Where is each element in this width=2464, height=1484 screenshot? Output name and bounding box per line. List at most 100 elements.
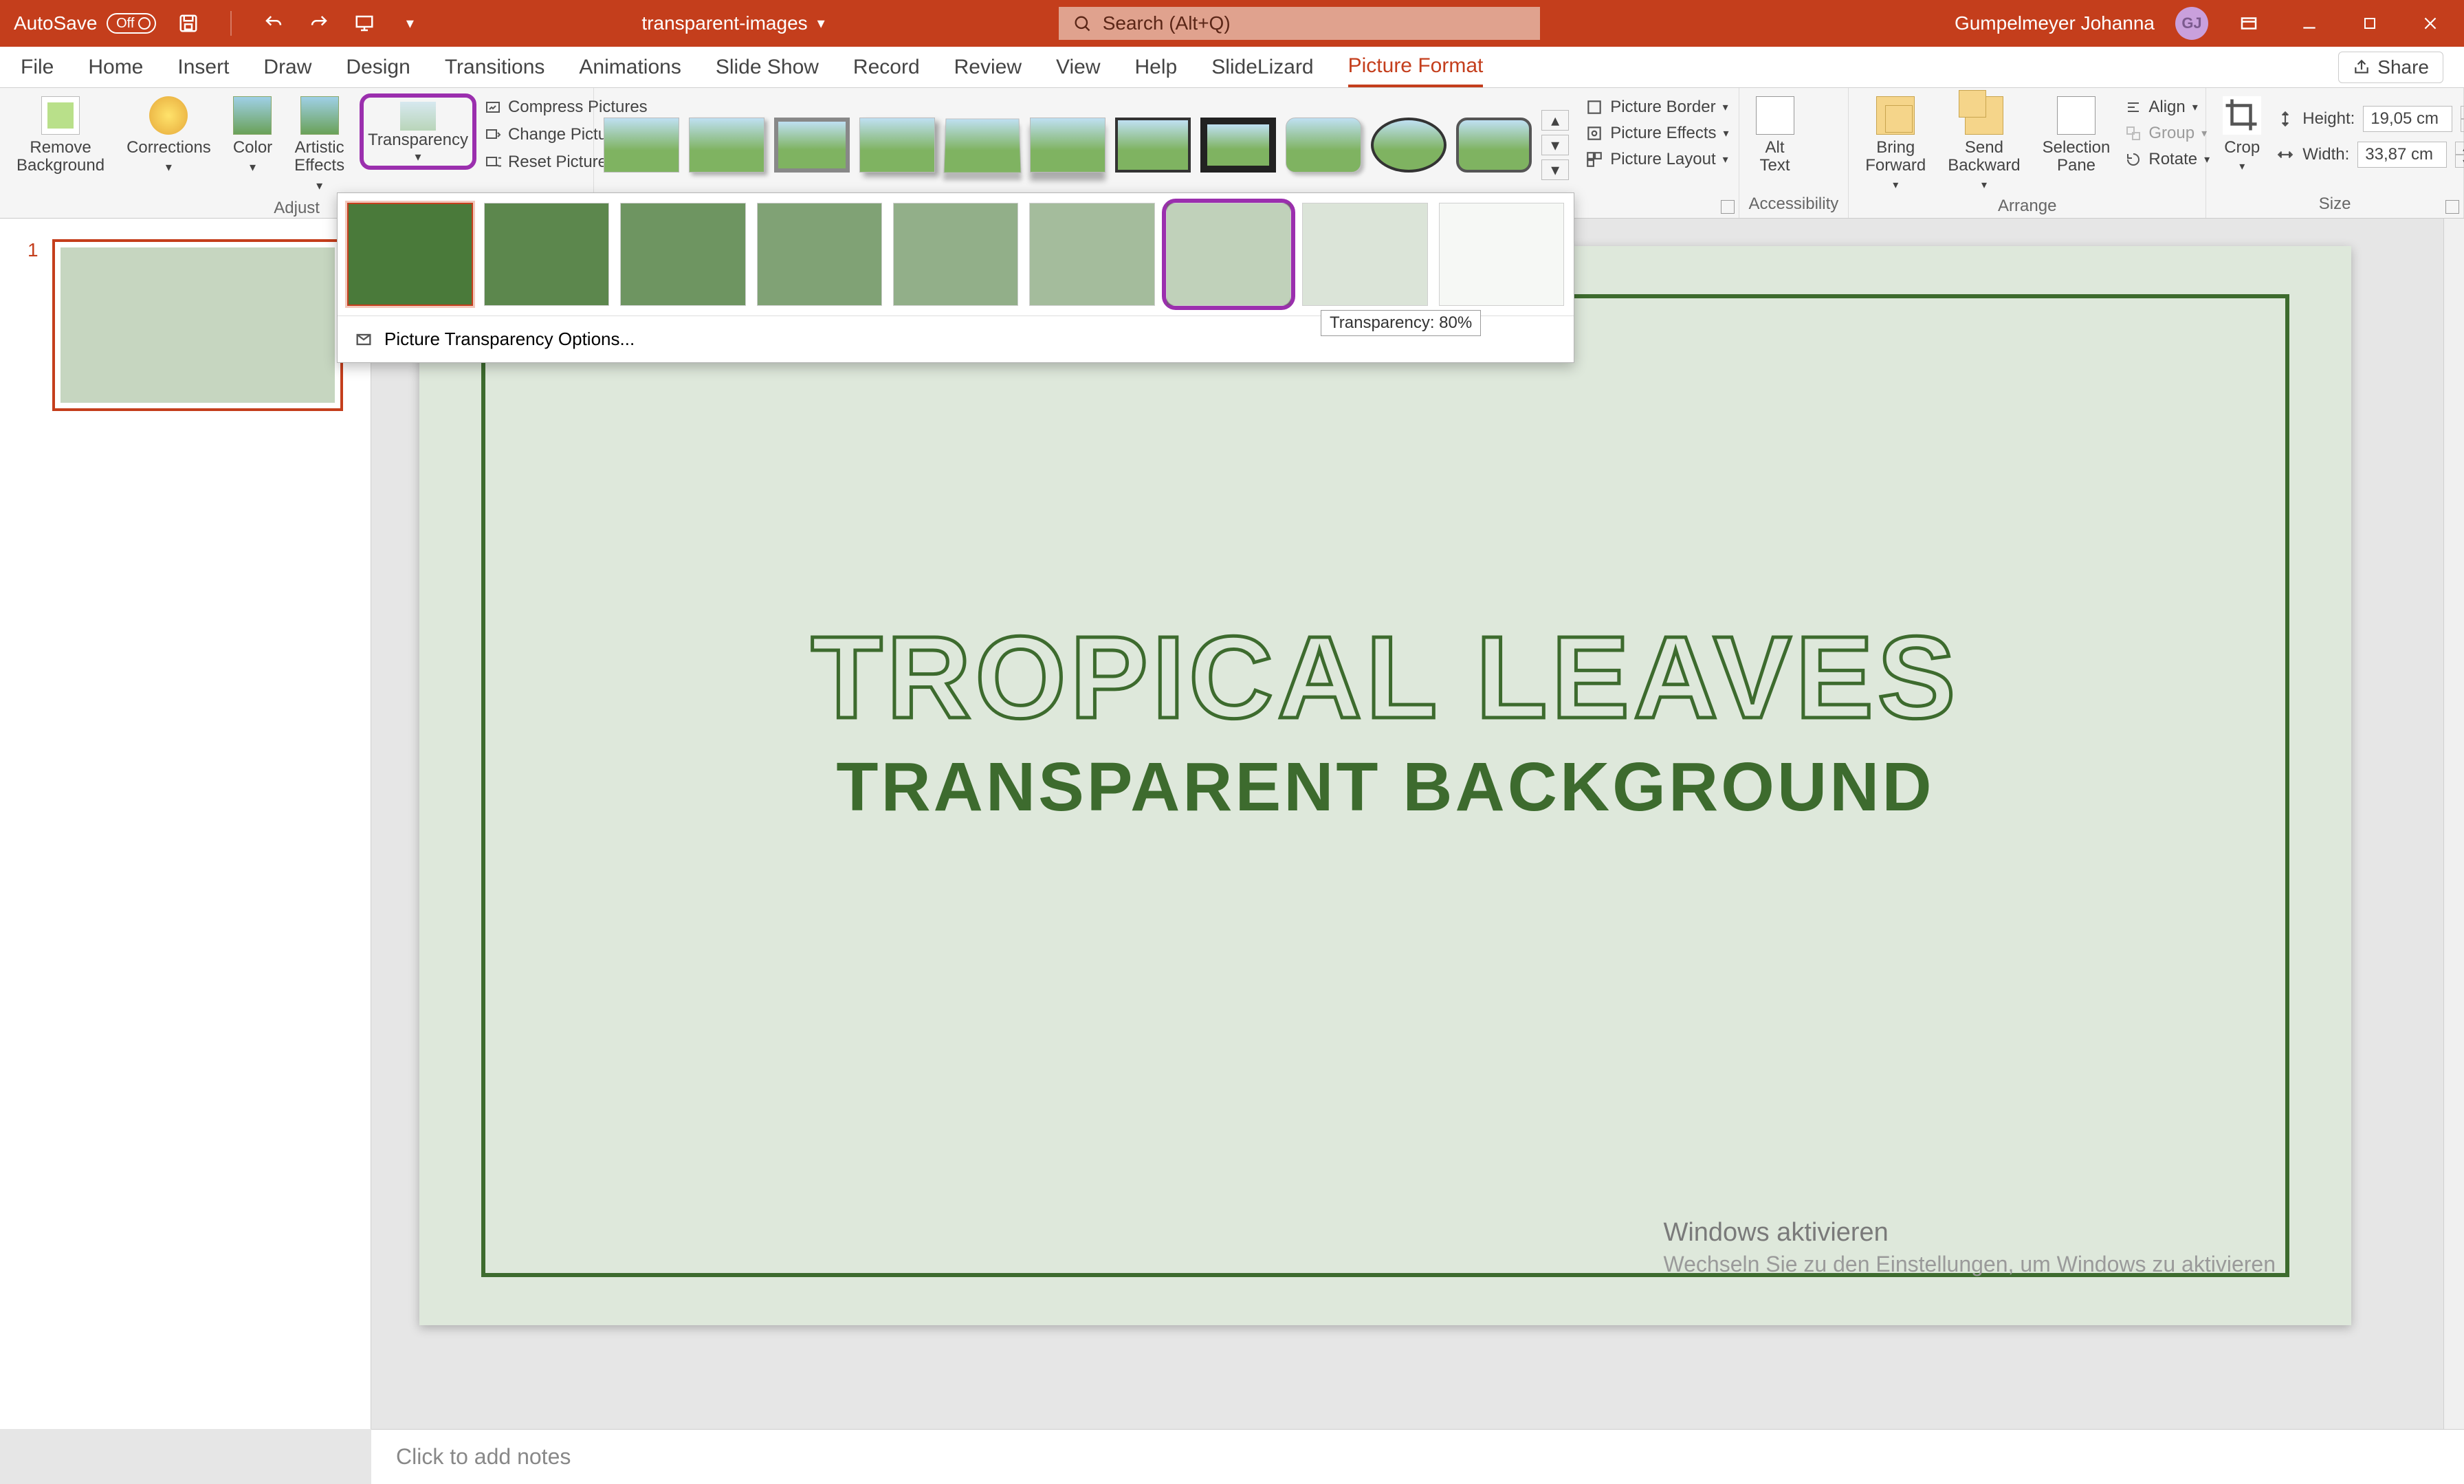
notes-pane[interactable]: Click to add notes <box>371 1429 2464 1484</box>
bring-forward-button[interactable]: Bring Forward▾ <box>1858 93 1933 194</box>
style-preset-9[interactable] <box>1286 118 1361 173</box>
group-arrange: Bring Forward▾ Send Backward▾ Selection … <box>1849 88 2206 218</box>
user-avatar[interactable]: GJ <box>2175 7 2208 40</box>
height-input[interactable]: 19,05 cm <box>2363 106 2452 132</box>
crop-label: Crop <box>2224 139 2260 157</box>
rotate-button[interactable]: Rotate▾ <box>2125 150 2210 169</box>
save-icon[interactable] <box>177 12 200 35</box>
qat-more-icon[interactable]: ▾ <box>398 12 421 35</box>
style-preset-10[interactable] <box>1371 118 1446 173</box>
style-preset-4[interactable] <box>859 118 935 173</box>
group-accessibility-label: Accessibility <box>1749 192 1839 218</box>
picture-layout-icon <box>1585 151 1603 168</box>
tab-animations[interactable]: Animations <box>579 47 681 87</box>
share-button[interactable]: Share <box>2338 52 2443 83</box>
redo-icon[interactable] <box>307 12 331 35</box>
corrections-icon <box>149 96 188 135</box>
picture-styles-gallery[interactable]: ▴ ▾ ▾ <box>604 93 1569 180</box>
tab-insert[interactable]: Insert <box>177 47 229 87</box>
tab-file[interactable]: File <box>21 47 54 87</box>
doc-title-dropdown-icon[interactable]: ▾ <box>817 14 825 32</box>
document-title[interactable]: transparent-images ▾ <box>641 12 824 34</box>
slide-number: 1 <box>28 239 38 411</box>
size-launcher[interactable] <box>2445 200 2459 214</box>
tab-draw[interactable]: Draw <box>263 47 311 87</box>
user-initials: GJ <box>2181 14 2201 32</box>
slide-subtitle-text[interactable]: TRANSPARENT BACKGROUND <box>419 748 2351 827</box>
autosave-control[interactable]: AutoSave Off <box>14 12 156 34</box>
ribbon-tabs: File Home Insert Draw Design Transitions… <box>0 47 2464 88</box>
transparency-preset-0[interactable] <box>347 203 473 306</box>
group-button[interactable]: Group▾ <box>2125 124 2210 143</box>
selection-pane-button[interactable]: Selection Pane <box>2036 93 2118 178</box>
tab-help[interactable]: Help <box>1135 47 1178 87</box>
transparency-preset-2[interactable] <box>620 203 745 306</box>
tab-slideshow[interactable]: Slide Show <box>716 47 819 87</box>
transparency-preset-1[interactable] <box>484 203 609 306</box>
transparency-preset-8[interactable] <box>1439 203 1564 306</box>
slide-thumb-image <box>60 247 335 403</box>
transparency-button[interactable]: Transparency ▾ <box>360 93 476 170</box>
height-spinner[interactable]: ▴▾ <box>2461 106 2464 132</box>
style-preset-8[interactable] <box>1200 118 1276 173</box>
width-spinner[interactable]: ▴▾ <box>2455 142 2464 168</box>
ribbon-display-icon[interactable] <box>2229 10 2269 37</box>
maximize-icon[interactable] <box>2350 10 2390 37</box>
tab-picture-format[interactable]: Picture Format <box>1348 47 1484 87</box>
gallery-up-icon[interactable]: ▴ <box>1541 110 1569 131</box>
picture-layout-button[interactable]: Picture Layout▾ <box>1585 150 1728 169</box>
style-preset-5[interactable] <box>944 118 1022 173</box>
transparency-dropdown: Transparency: 80% Picture Transparency O… <box>337 192 1574 363</box>
transparency-preset-7[interactable] <box>1302 203 1427 306</box>
tab-design[interactable]: Design <box>346 47 410 87</box>
slideshow-icon[interactable] <box>353 12 376 35</box>
width-icon <box>2276 146 2294 164</box>
style-preset-2[interactable] <box>689 118 764 173</box>
slide-title-text[interactable]: TROPICAL LEAVES <box>419 610 2351 745</box>
style-preset-6[interactable] <box>1030 118 1106 173</box>
slide-thumbnail-1[interactable] <box>52 239 343 411</box>
minimize-icon[interactable] <box>2289 10 2329 37</box>
tab-record[interactable]: Record <box>853 47 920 87</box>
style-gallery-scroll[interactable]: ▴ ▾ ▾ <box>1541 110 1569 180</box>
tab-transitions[interactable]: Transitions <box>445 47 545 87</box>
undo-icon[interactable] <box>262 12 285 35</box>
tab-slidelizard[interactable]: SlideLizard <box>1211 47 1313 87</box>
transparency-preset-3[interactable] <box>757 203 882 306</box>
send-backward-button[interactable]: Send Backward▾ <box>1941 93 2027 194</box>
search-box[interactable]: Search (Alt+Q) <box>1059 7 1540 40</box>
width-field[interactable]: Width: 33,87 cm ▴▾ <box>2276 142 2464 168</box>
gallery-down-icon[interactable]: ▾ <box>1541 135 1569 155</box>
style-preset-7[interactable] <box>1115 118 1191 173</box>
picture-border-button[interactable]: Picture Border▾ <box>1585 98 1728 117</box>
gallery-more-icon[interactable]: ▾ <box>1541 159 1569 180</box>
style-preset-1[interactable] <box>604 118 679 173</box>
transparency-preset-5[interactable] <box>1029 203 1154 306</box>
slide-canvas[interactable]: TROPICAL LEAVES TRANSPARENT BACKGROUND W… <box>419 246 2351 1325</box>
remove-background-button[interactable]: Remove Background <box>10 93 111 178</box>
style-preset-11[interactable] <box>1456 118 1532 173</box>
crop-icon <box>2223 96 2261 135</box>
color-button[interactable]: Color ▾ <box>226 93 279 177</box>
autosave-toggle[interactable]: Off <box>107 13 156 34</box>
crop-button[interactable]: Crop▾ <box>2216 93 2268 176</box>
close-icon[interactable] <box>2410 10 2450 37</box>
artistic-effects-button[interactable]: Artistic Effects ▾ <box>287 93 351 196</box>
picture-effects-button[interactable]: Picture Effects▾ <box>1585 124 1728 143</box>
slide-thumbnail-panel: 1 <box>0 219 371 1429</box>
alt-text-button[interactable]: Alt Text <box>1749 93 1801 178</box>
corrections-label: Corrections <box>126 139 211 157</box>
corrections-button[interactable]: Corrections ▾ <box>120 93 218 177</box>
height-field[interactable]: Height: 19,05 cm ▴▾ <box>2276 106 2464 132</box>
style-preset-3[interactable] <box>774 118 850 173</box>
transparency-preset-6[interactable] <box>1166 203 1291 306</box>
width-input[interactable]: 33,87 cm <box>2357 142 2447 168</box>
tab-home[interactable]: Home <box>88 47 143 87</box>
align-button[interactable]: Align▾ <box>2125 98 2210 117</box>
tab-view[interactable]: View <box>1056 47 1100 87</box>
transparency-preset-4[interactable] <box>893 203 1018 306</box>
vertical-scrollbar[interactable] <box>2443 219 2464 1429</box>
remove-background-icon <box>41 96 80 135</box>
tab-review[interactable]: Review <box>954 47 1022 87</box>
styles-launcher[interactable] <box>1721 200 1735 214</box>
